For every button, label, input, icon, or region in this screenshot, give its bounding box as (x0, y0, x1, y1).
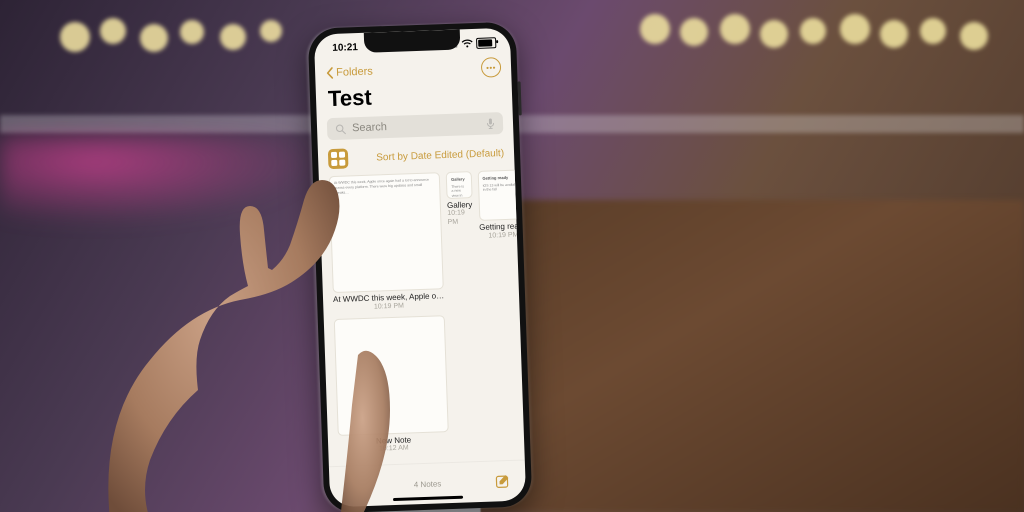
notes-grid: At WWDC this week, Apple once again had … (319, 170, 525, 456)
toolbar: 4 Notes (329, 459, 526, 507)
note-thumbnail (334, 315, 449, 436)
phone: 10:21 Folders ••• Test Search (308, 22, 533, 512)
note-time: 10:19 PM (374, 302, 404, 311)
status-time: 10:21 (332, 42, 358, 54)
back-label: Folders (336, 66, 373, 79)
note-card[interactable]: At WWDC this week, Apple once again had … (329, 172, 445, 313)
view-toggle-button[interactable] (328, 148, 349, 169)
note-card[interactable]: New Note10:12 AM (334, 315, 450, 456)
note-card[interactable]: GalleryThere is a new view in the galler… (446, 171, 476, 309)
search-icon (335, 123, 346, 134)
note-thumbnail: GalleryThere is a new view in the galler… (446, 171, 472, 198)
battery-icon (476, 37, 496, 49)
compose-button[interactable] (495, 473, 512, 490)
mic-icon[interactable] (486, 117, 495, 129)
photo-background: 10:21 Folders ••• Test Search (0, 0, 1024, 512)
more-button[interactable]: ••• (481, 57, 502, 78)
wifi-icon (461, 39, 473, 48)
back-button[interactable]: Folders (325, 66, 373, 80)
search-field[interactable]: Search (327, 112, 504, 140)
note-thumbnail: At WWDC this week, Apple once again had … (329, 172, 444, 293)
note-time: 10:19 PM (447, 210, 473, 228)
search-placeholder: Search (352, 118, 480, 134)
note-time: 10:19 PM (488, 232, 518, 241)
note-time: 10:12 AM (379, 445, 409, 454)
notch (364, 29, 461, 52)
sort-button[interactable]: Sort by Date Edited (Default) (356, 148, 504, 164)
phone-screen: 10:21 Folders ••• Test Search (314, 28, 526, 508)
chevron-left-icon (325, 67, 334, 79)
home-indicator[interactable] (393, 496, 463, 501)
